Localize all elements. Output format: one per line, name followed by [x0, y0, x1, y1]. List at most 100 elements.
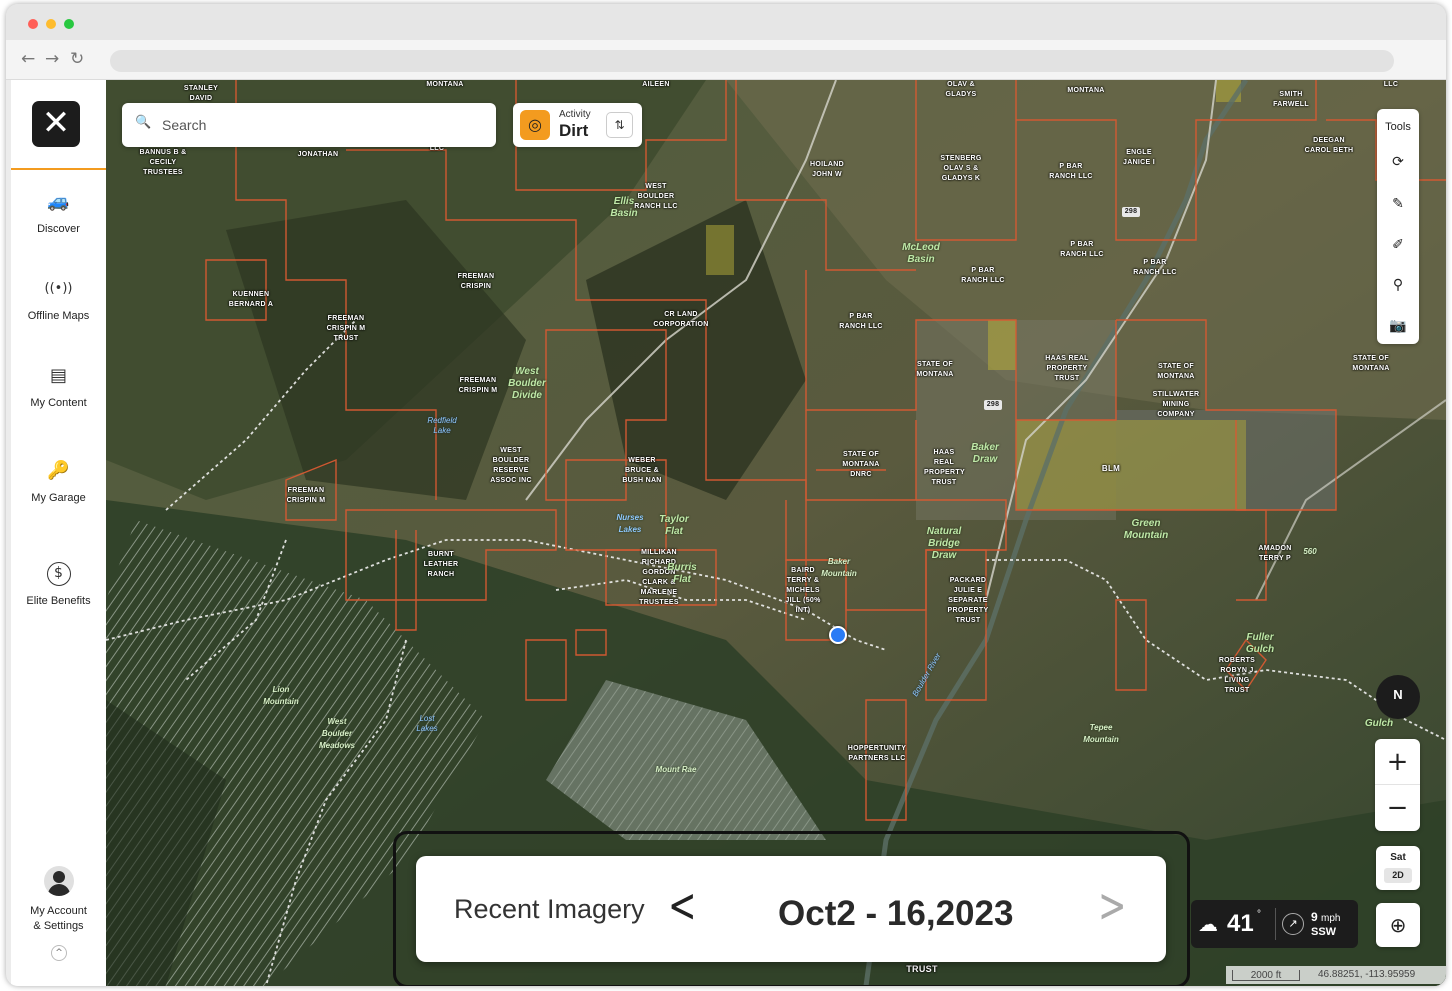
wind-speed-value: 9: [1311, 910, 1318, 924]
temperature-value: 41: [1227, 910, 1254, 937]
zoom-in-button[interactable]: +: [1375, 739, 1420, 785]
search-box[interactable]: 🔍: [122, 103, 496, 147]
recent-imagery-panel: Recent Imagery < Oct2 - 16,2023 >: [416, 856, 1166, 962]
map-owner-label: P BAR RANCH LLC: [839, 313, 883, 330]
search-input[interactable]: [162, 113, 482, 137]
map-owner-label: DEEGAN CAROL BETH: [1304, 137, 1354, 154]
sidebar-item-label: Elite Benefits: [26, 595, 91, 607]
map-owner-label: ROBERTS ROBYN J LIVING TRUST: [1218, 657, 1256, 694]
map-owner-label: BLM: [1101, 464, 1121, 473]
sidebar-item-my-content[interactable]: ▤ My Content: [11, 364, 106, 411]
minimize-window-dot[interactable]: [46, 19, 56, 29]
zoom-out-button[interactable]: −: [1375, 785, 1420, 831]
next-imagery-button[interactable]: >: [1098, 878, 1127, 934]
scale-bar: 2000 ft 46.88251, -113.95959: [1226, 966, 1446, 984]
dollar-icon: $: [46, 562, 71, 586]
map-canvas[interactable]: STANLEY DAVID MONTANA AILEEN OLAV & GLAD…: [106, 80, 1446, 986]
map-owner-label: FREEMAN CRISPIN M TRUST: [326, 315, 366, 342]
degree-symbol: °: [1257, 909, 1261, 920]
map-layer-toggle[interactable]: Sat 2D: [1376, 846, 1420, 890]
crosshair-icon: ⊕: [1389, 913, 1407, 937]
road-shield-label: 298: [984, 400, 1002, 410]
map-owner-label: STANLEY DAVID: [183, 85, 219, 102]
draw-shape-icon[interactable]: ✐: [1386, 233, 1410, 257]
offroad-vehicle-icon: 🚙: [47, 191, 70, 212]
waypoint-icon[interactable]: ⚲: [1386, 273, 1410, 297]
draw-line-icon[interactable]: ✎: [1386, 192, 1410, 216]
app-logo[interactable]: ✕: [32, 101, 80, 147]
sidebar-item-discover[interactable]: 🚙 Discover: [11, 190, 106, 237]
map-owner-label: WEBER BRUCE & BUSH NAN: [622, 457, 662, 484]
sidebar: ✕ 🚙 Discover ((•)) Offline Maps ▤ My Con…: [11, 80, 106, 986]
map-place-label: McLeod Basin: [902, 242, 940, 265]
wind-speed: 9 mph: [1311, 910, 1340, 924]
map-owner-label: P BAR RANCH LLC: [961, 267, 1005, 284]
map-owner-label: STATE OF MONTANA DNRC: [842, 451, 880, 478]
logo-area: ✕: [11, 80, 106, 170]
account-label-line1: My Account: [30, 905, 87, 917]
map-owner-label: HOILAND JOHN W: [810, 161, 844, 178]
map-place-label: Mount Rae: [655, 765, 697, 774]
browser-window: ← → ↻ ✕ 🚙 Discover ((•)) Offline Maps ▤ …: [6, 4, 1446, 986]
sidebar-item-elite-benefits[interactable]: $ Elite Benefits: [11, 562, 106, 609]
map-owner-label: WEST BOULDER RESERVE ASSOC INC: [490, 447, 532, 484]
close-window-dot[interactable]: [28, 19, 38, 29]
maximize-window-dot[interactable]: [64, 19, 74, 29]
map-place-label: Nurses Lakes: [616, 513, 644, 534]
map-place-label: Fuller Gulch: [1245, 632, 1275, 655]
map-place-label: Taylor Flat: [659, 514, 689, 537]
sidebar-item-label: My Content: [30, 397, 87, 409]
avatar[interactable]: [44, 866, 74, 896]
map-owner-label: HAAS REAL PROPERTY TRUST: [1045, 355, 1089, 382]
map-owner-label: MONTANA: [426, 81, 464, 88]
sidebar-item-offline-maps[interactable]: ((•)) Offline Maps: [11, 277, 106, 324]
map-owner-label: HAAS REAL PROPERTY TRUST: [924, 449, 965, 486]
my-account-settings-link[interactable]: My Account & Settings: [11, 904, 106, 934]
coordinates-readout: 46.88251, -113.95959: [1318, 969, 1416, 980]
map-place-label: West Boulder Meadows: [318, 717, 355, 750]
wind-speed-unit: mph: [1321, 913, 1341, 924]
scale-distance: 2000 ft: [1232, 970, 1300, 981]
user-location-marker[interactable]: [829, 626, 847, 644]
account-label-line2: & Settings: [33, 920, 84, 932]
map-owner-label: HOPPERTUNITY PARTNERS LLC: [847, 745, 907, 762]
map-place-label: Gulch: [1364, 718, 1394, 729]
map-owner-label: STATE OF MONTANA: [1352, 355, 1390, 372]
wind-direction: SSW: [1311, 926, 1337, 938]
map-owner-label: BURNT LEATHER RANCH: [423, 551, 459, 578]
map-owner-label: FREEMAN CRISPIN: [457, 273, 495, 290]
map-owner-label: KUENNEN BERNARD A: [228, 291, 274, 308]
filter-icon[interactable]: ⇅: [606, 112, 633, 138]
previous-imagery-button[interactable]: <: [668, 878, 697, 934]
map-owner-label: ENGLE JANICE I: [1123, 149, 1155, 166]
map-owner-label: FREEMAN CRISPIN M: [458, 377, 498, 394]
cloud-rain-icon: ☁: [1198, 912, 1218, 936]
forward-icon[interactable]: →: [45, 49, 59, 69]
map-place-label: West Boulder Divide: [508, 366, 546, 401]
map-owner-label: AMADON TERRY P: [1258, 545, 1292, 562]
folder-icon: ▤: [49, 365, 67, 386]
camera-icon[interactable]: 📷: [1386, 314, 1410, 338]
activity-selector[interactable]: ◎ Activity Dirt ⇅: [513, 103, 642, 147]
tools-panel: Tools ⟳ ✎ ✐ ⚲ 📷: [1377, 109, 1419, 344]
locate-me-button[interactable]: ⊕: [1376, 903, 1420, 947]
road-shield-label: 298: [1122, 207, 1140, 217]
activity-value: Dirt: [559, 121, 589, 140]
sidebar-item-my-garage[interactable]: 🔑 My Garage: [11, 459, 106, 506]
wind-direction-icon: ↗: [1282, 913, 1304, 935]
weather-widget[interactable]: ☁ 41 ° ↗ 9 mph SSW: [1191, 900, 1358, 948]
map-owner-label: STATE OF MONTANA: [916, 361, 954, 378]
back-icon[interactable]: ←: [21, 49, 35, 69]
sidebar-item-label: Offline Maps: [27, 310, 90, 322]
map-owner-label: AILEEN: [642, 81, 670, 88]
chevron-up-icon[interactable]: ^: [51, 945, 67, 961]
browser-nav-bar: ← → ↻: [6, 40, 1446, 80]
route-tool-icon[interactable]: ⟳: [1386, 150, 1410, 174]
compass-button[interactable]: N: [1376, 675, 1420, 719]
map-owner-label: P BAR RANCH LLC: [1133, 259, 1177, 276]
address-bar[interactable]: [110, 50, 1394, 72]
reload-icon[interactable]: ↻: [70, 49, 84, 69]
map-place-label: Baker Mountain: [821, 557, 857, 578]
dirt-activity-icon: ◎: [520, 110, 550, 140]
map-place-label: Green Mountain: [1123, 518, 1169, 541]
